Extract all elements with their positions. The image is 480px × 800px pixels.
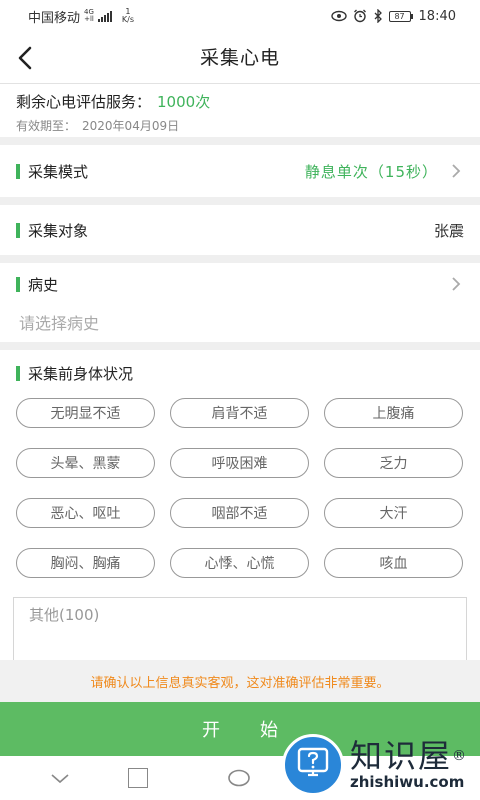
watermark-text: 知识屋® zhishiwu.com bbox=[350, 739, 468, 791]
nav-back-icon[interactable] bbox=[50, 770, 70, 786]
section-divider bbox=[0, 137, 480, 145]
condition-tag[interactable]: 心悸、心慌 bbox=[170, 548, 309, 578]
condition-tags: 无明显不适 肩背不适 上腹痛 头晕、黑蒙 呼吸困难 乏力 恶心、呕吐 咽部不适 … bbox=[16, 398, 464, 578]
service-info: 剩余心电评估服务： 1000次 有效期至： 2020年04月09日 bbox=[0, 85, 480, 137]
chevron-right-icon bbox=[452, 277, 461, 291]
section-divider bbox=[0, 197, 480, 205]
body-condition-label: 采集前身体状况 bbox=[28, 364, 134, 383]
expire-date: 2020年04月09日 bbox=[82, 119, 180, 133]
app-header: 采集心电 bbox=[0, 32, 480, 84]
condition-tag[interactable]: 上腹痛 bbox=[324, 398, 463, 428]
section-divider bbox=[0, 342, 480, 350]
service-remaining: 剩余心电评估服务： 1000次 bbox=[16, 91, 464, 112]
condition-tag[interactable]: 大汗 bbox=[324, 498, 463, 528]
watermark-question-icon bbox=[282, 734, 344, 796]
status-right: 87 18:40 bbox=[330, 8, 456, 24]
network-type-icon: 4G +ll bbox=[84, 9, 94, 23]
condition-tag[interactable]: 咳血 bbox=[324, 548, 463, 578]
battery-level: 87 bbox=[388, 10, 411, 22]
service-count: 1000次 bbox=[157, 93, 211, 111]
network-activity-label: +ll bbox=[84, 15, 94, 23]
collection-subject-row[interactable]: 采集对象 张震 bbox=[0, 205, 480, 255]
section-marker bbox=[16, 365, 20, 381]
chevron-right-icon bbox=[452, 164, 461, 178]
battery-icon: 87 bbox=[388, 10, 413, 22]
section-marker bbox=[16, 276, 20, 292]
watermark-cn: 知识屋® bbox=[350, 739, 468, 773]
nav-recents-icon[interactable] bbox=[128, 768, 148, 788]
section-marker bbox=[16, 222, 20, 238]
expire-label: 有效期至： bbox=[16, 119, 77, 133]
confirmation-notice: 请确认以上信息真实客观，这对准确评估非常重要。 bbox=[0, 660, 480, 702]
watermark-logo: 知识屋® zhishiwu.com bbox=[282, 732, 478, 798]
medical-history-label: 病史 bbox=[28, 275, 59, 294]
condition-tag[interactable]: 肩背不适 bbox=[170, 398, 309, 428]
section-marker bbox=[16, 163, 20, 179]
alarm-icon bbox=[353, 9, 366, 23]
service-label: 剩余心电评估服务： bbox=[16, 93, 152, 111]
medical-history-placeholder[interactable]: 请选择病史 bbox=[19, 310, 99, 334]
carrier-label: 中国移动 bbox=[28, 10, 81, 26]
network-speed-unit: K/s bbox=[121, 15, 135, 24]
condition-tag[interactable]: 头晕、黑蒙 bbox=[16, 448, 155, 478]
section-divider bbox=[0, 255, 480, 263]
condition-tag[interactable]: 恶心、呕吐 bbox=[16, 498, 155, 528]
network-speed: 1 K/s bbox=[122, 8, 134, 24]
condition-tag[interactable]: 无明显不适 bbox=[16, 398, 155, 428]
signal-icon bbox=[97, 10, 112, 22]
condition-tag[interactable]: 乏力 bbox=[324, 448, 463, 478]
watermark-registered-mark: ® bbox=[452, 748, 469, 764]
medical-history-row[interactable]: 病史 bbox=[0, 263, 480, 305]
status-bar: 中国移动 4G +ll 1 K/s 87 18:40 bbox=[0, 0, 480, 32]
collection-subject-value: 张震 bbox=[433, 221, 464, 240]
collection-subject-label: 采集对象 bbox=[28, 221, 89, 240]
condition-tag[interactable]: 胸闷、胸痛 bbox=[16, 548, 155, 578]
watermark-cn-text: 知识屋 bbox=[350, 737, 453, 775]
service-expiry: 有效期至： 2020年04月09日 bbox=[16, 117, 464, 134]
nav-home-icon[interactable] bbox=[228, 767, 250, 789]
status-left: 中国移动 4G +ll 1 K/s bbox=[28, 7, 134, 26]
condition-tag[interactable]: 呼吸困难 bbox=[170, 448, 309, 478]
page-title: 采集心电 bbox=[199, 47, 280, 69]
collection-mode-row[interactable]: 采集模式 静息单次（15秒） bbox=[0, 145, 480, 197]
other-symptoms-placeholder: 其他(100) bbox=[29, 606, 100, 624]
body-condition-header: 采集前身体状况 bbox=[0, 352, 480, 394]
collection-mode-value: 静息单次（15秒） bbox=[304, 162, 438, 181]
condition-tag[interactable]: 咽部不适 bbox=[170, 498, 309, 528]
eye-icon bbox=[330, 10, 347, 22]
watermark-en: zhishiwu.com bbox=[350, 773, 465, 791]
clock: 18:40 bbox=[418, 8, 456, 24]
bluetooth-icon bbox=[374, 9, 382, 23]
collection-mode-label: 采集模式 bbox=[28, 162, 89, 181]
